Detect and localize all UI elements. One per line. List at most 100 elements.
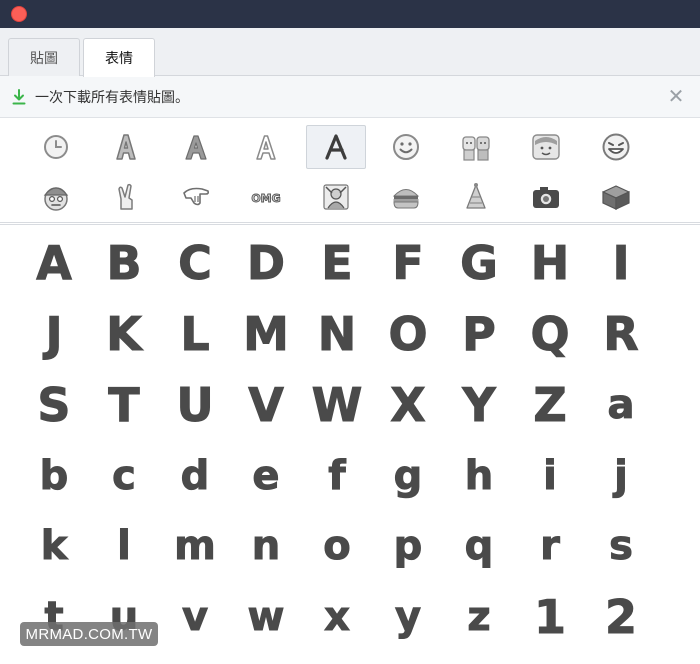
- package-letter-a-handwritten[interactable]: [306, 125, 366, 169]
- emoji-letter-j[interactable]: j: [586, 441, 656, 511]
- emoji-letter-W[interactable]: W: [302, 370, 372, 440]
- letter-a-gray-icon: [185, 135, 207, 160]
- close-icon[interactable]: ✕: [666, 86, 686, 106]
- emoji-letter-z[interactable]: z: [444, 582, 514, 652]
- emoji-letter-2[interactable]: 2: [586, 582, 656, 652]
- emoji-letter-U[interactable]: U: [160, 370, 230, 440]
- emoji-letter-P[interactable]: P: [444, 299, 514, 369]
- package-girl-face[interactable]: [516, 125, 576, 169]
- grinning-face-icon: [602, 133, 630, 161]
- emoji-letter-K[interactable]: K: [89, 299, 159, 369]
- package-crossed-fingers[interactable]: [96, 175, 156, 219]
- clock-icon: [44, 135, 68, 159]
- package-grinning-face[interactable]: [586, 125, 646, 169]
- package-letter-a-outline[interactable]: [236, 125, 296, 169]
- package-party-hat[interactable]: [446, 175, 506, 219]
- download-all-link[interactable]: 一次下載所有表情貼圖。: [35, 87, 189, 107]
- package-pointing-hand[interactable]: [166, 175, 226, 219]
- download-all-banner: 一次下載所有表情貼圖。 ✕: [0, 76, 700, 118]
- boy-cap-icon: [43, 187, 69, 211]
- emoji-letter-a[interactable]: a: [586, 370, 656, 440]
- emoji-letter-Q[interactable]: Q: [515, 299, 585, 369]
- emoji-letter-C[interactable]: C: [160, 228, 230, 298]
- emoji-letter-Y[interactable]: Y: [444, 370, 514, 440]
- package-camera[interactable]: [516, 175, 576, 219]
- emoji-letter-1[interactable]: 1: [515, 582, 585, 652]
- emoji-letter-I[interactable]: I: [586, 228, 656, 298]
- package-letter-a-bubble[interactable]: [96, 125, 156, 169]
- emoji-letter-B[interactable]: B: [89, 228, 159, 298]
- crossed-fingers-icon: [118, 183, 133, 210]
- emoji-letter-s[interactable]: s: [586, 511, 656, 581]
- pointing-hand-icon: [183, 187, 210, 206]
- window-titlebar: [0, 0, 700, 28]
- emoji-letter-k[interactable]: k: [19, 511, 89, 581]
- emoji-letter-h[interactable]: h: [444, 441, 514, 511]
- emoji-letter-f[interactable]: f: [302, 441, 372, 511]
- emoji-letter-E[interactable]: E: [302, 228, 372, 298]
- emoji-letter-N[interactable]: N: [302, 299, 372, 369]
- emoji-letter-c[interactable]: c: [89, 441, 159, 511]
- emoji-letter-Z[interactable]: Z: [515, 370, 585, 440]
- camera-icon: [533, 187, 559, 208]
- package-letter-a-gray[interactable]: [166, 125, 226, 169]
- emoji-letter-O[interactable]: O: [373, 299, 443, 369]
- letter-a-bubble-icon: [116, 134, 136, 160]
- emoji-letter-e[interactable]: e: [231, 441, 301, 511]
- package-smiley[interactable]: [376, 125, 436, 169]
- emoji-letter-r[interactable]: r: [515, 511, 585, 581]
- warrior-icon: [323, 184, 349, 210]
- window-close-button[interactable]: [11, 6, 27, 22]
- emoji-letter-S[interactable]: S: [19, 370, 89, 440]
- emoji-letter-v[interactable]: v: [160, 582, 230, 652]
- emoji-letter-d[interactable]: d: [160, 441, 230, 511]
- omg-label: OMG: [251, 192, 280, 205]
- emoji-letter-w[interactable]: w: [231, 582, 301, 652]
- emoji-letter-H[interactable]: H: [515, 228, 585, 298]
- smiley-face-icon: [393, 134, 419, 160]
- emoji-letter-T[interactable]: T: [89, 370, 159, 440]
- letter-a-handwritten-icon: [325, 134, 347, 160]
- emoji-letter-X[interactable]: X: [373, 370, 443, 440]
- emoji-letter-m[interactable]: m: [160, 511, 230, 581]
- couple-icon: [462, 136, 490, 161]
- emoji-letter-M[interactable]: M: [231, 299, 301, 369]
- package-boy-cap[interactable]: [26, 175, 86, 219]
- emoji-letter-g[interactable]: g: [373, 441, 443, 511]
- emoji-letter-p[interactable]: p: [373, 511, 443, 581]
- package-couple[interactable]: [446, 125, 506, 169]
- watermark: MRMAD.COM.TW: [20, 622, 158, 646]
- gift-box-icon: [602, 185, 630, 210]
- emoji-letter-V[interactable]: V: [231, 370, 301, 440]
- emoji-grid: ABCDEFGHI JKLMNOPQR STUVWXYZa bcdefghij klmn…: [0, 226, 700, 664]
- package-clock[interactable]: [26, 125, 86, 169]
- tab-stickers[interactable]: 貼圖: [8, 38, 80, 76]
- girl-face-icon: [532, 134, 560, 160]
- emoji-letter-y[interactable]: y: [373, 582, 443, 652]
- letter-a-outline-icon: [256, 135, 276, 160]
- package-gift-box[interactable]: [586, 175, 646, 219]
- emoji-letter-q[interactable]: q: [444, 511, 514, 581]
- burger-icon: [392, 189, 420, 209]
- emoji-letter-o[interactable]: o: [302, 511, 372, 581]
- package-omg[interactable]: OMG: [236, 175, 296, 219]
- emoji-letter-i[interactable]: i: [515, 441, 585, 511]
- package-burger[interactable]: [376, 175, 436, 219]
- emoji-letter-J[interactable]: J: [19, 299, 89, 369]
- tab-emoji[interactable]: 表情: [83, 38, 155, 77]
- emoji-letter-R[interactable]: R: [586, 299, 656, 369]
- emoji-letter-x[interactable]: x: [302, 582, 372, 652]
- emoji-letter-L[interactable]: L: [160, 299, 230, 369]
- omg-text-icon: OMG: [251, 192, 281, 206]
- emoji-package-picker: OMG: [0, 118, 700, 225]
- emoji-letter-G[interactable]: G: [444, 228, 514, 298]
- emoji-letter-b[interactable]: b: [19, 441, 89, 511]
- download-icon[interactable]: [12, 89, 26, 105]
- emoji-letter-F[interactable]: F: [373, 228, 443, 298]
- emoji-letter-A[interactable]: A: [19, 228, 89, 298]
- party-hat-icon: [466, 183, 486, 209]
- emoji-letter-D[interactable]: D: [231, 228, 301, 298]
- package-warrior[interactable]: [306, 175, 366, 219]
- emoji-letter-l[interactable]: l: [89, 511, 159, 581]
- emoji-letter-n[interactable]: n: [231, 511, 301, 581]
